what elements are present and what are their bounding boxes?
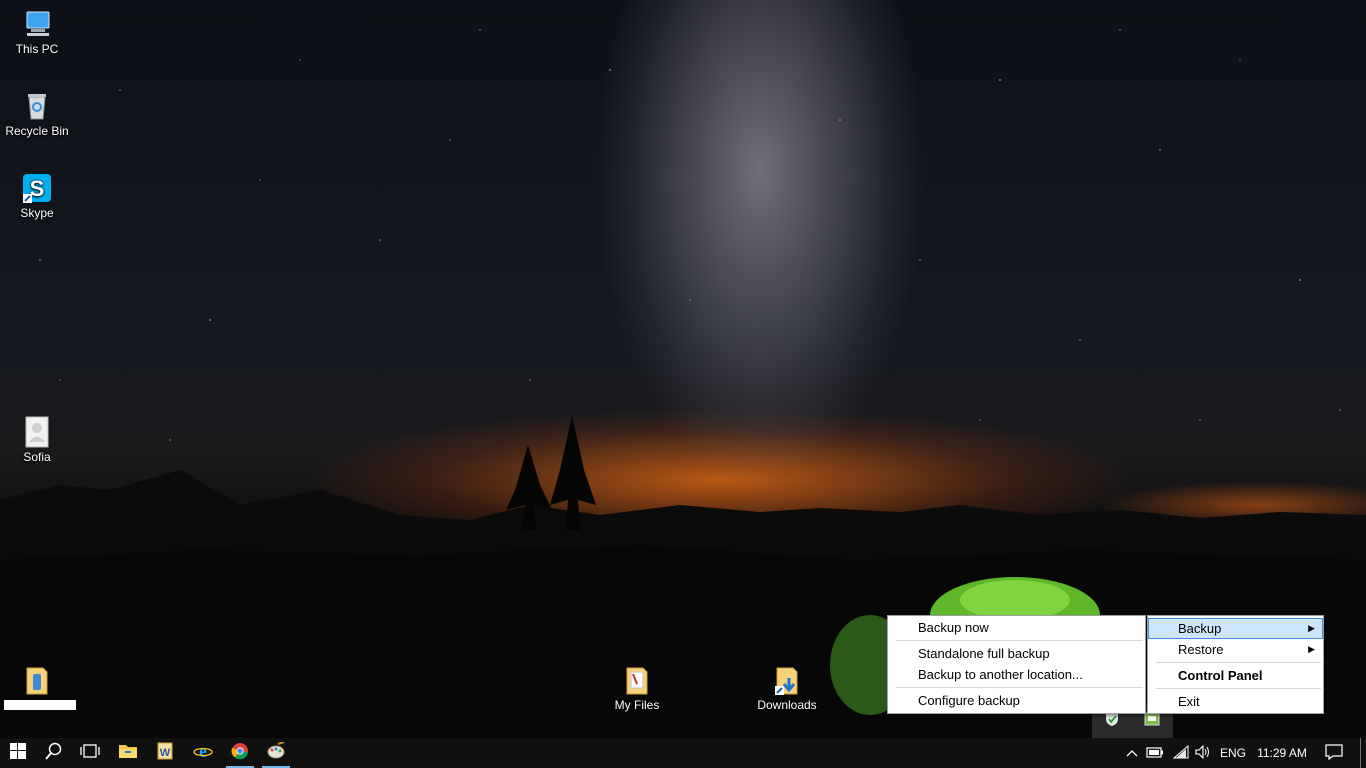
chevron-up-icon [1126,746,1138,760]
computer-icon [21,8,53,40]
input-language-indicator[interactable]: ENG [1216,738,1250,768]
tray-battery[interactable] [1144,738,1166,768]
desktop-icon-this-pc[interactable]: This PC [0,8,74,57]
menu-separator [896,640,1143,641]
taskbar-paint[interactable] [258,738,294,768]
wifi-icon [1172,744,1189,762]
taskbar-file-explorer[interactable] [110,738,146,768]
desktop-icon-label: Sofia [23,450,51,464]
desktop-icon-folder[interactable] [0,664,76,710]
menu-separator [896,687,1143,688]
menu-item-standalone-full-backup[interactable]: Standalone full backup [888,643,1145,664]
desktop-icon-label: My Files [614,698,660,712]
desktop-icon-skype[interactable]: S Skype [0,172,74,221]
menu-separator [1156,662,1321,663]
chrome-icon [231,742,249,765]
taskbar-chrome[interactable] [222,738,258,768]
downloads-folder-icon [771,664,803,696]
word-icon: W [156,742,174,765]
search-button[interactable] [36,738,72,768]
speaker-icon [1195,744,1211,762]
user-folder-icon [21,416,53,448]
redacted-label [4,700,76,710]
menu-item-configure-backup[interactable]: Configure backup [888,690,1145,711]
show-hidden-icons-button[interactable] [1122,738,1142,768]
menu-item-backup[interactable]: Backup ▶ [1148,618,1323,639]
submenu-arrow-icon: ▶ [1308,644,1315,654]
file-explorer-icon [118,742,138,765]
taskbar-clock[interactable]: 11:29 AM [1252,738,1312,768]
menu-item-backup-now[interactable]: Backup now [888,617,1145,638]
paint-icon [266,740,286,765]
start-button[interactable] [0,738,36,768]
menu-item-restore[interactable]: Restore ▶ [1148,639,1323,660]
submenu-arrow-icon: ▶ [1308,623,1315,633]
action-center-button[interactable] [1320,738,1348,768]
taskbar-word[interactable]: W [147,738,183,768]
taskbar: W e ENG 11:29 AM [0,738,1366,768]
svg-text:W: W [160,747,171,759]
search-icon [45,742,63,765]
svg-text:e: e [199,741,207,761]
desktop-icon-label: This PC [15,42,59,56]
folder-icon [21,664,53,696]
menu-item-exit[interactable]: Exit [1148,691,1323,712]
folder-icon [621,664,653,696]
tray-context-menu: Backup ▶ Restore ▶ Control Panel Exit [1147,615,1324,714]
skype-icon: S [21,172,53,204]
menu-separator [1156,688,1321,689]
internet-explorer-icon: e [193,741,213,766]
show-desktop-button[interactable] [1360,738,1361,768]
taskbar-internet-explorer[interactable]: e [185,738,221,768]
backup-submenu: Backup now Standalone full backup Backup… [887,615,1146,714]
desktop-icon-label: Recycle Bin [5,124,69,138]
menu-item-backup-to-another-location[interactable]: Backup to another location... [888,664,1145,685]
windows-logo-icon [10,742,26,764]
battery-icon [1146,746,1164,761]
notification-icon [1325,743,1343,763]
task-view-button[interactable] [72,738,108,768]
desktop-icon-label: Downloads [757,698,817,712]
task-view-icon [80,743,100,764]
menu-item-control-panel[interactable]: Control Panel [1148,665,1323,686]
tray-network[interactable] [1170,738,1192,768]
recycle-bin-icon [21,90,53,122]
desktop-icon-label: Skype [20,206,54,220]
desktop-icon-recycle-bin[interactable]: Recycle Bin [0,90,74,139]
desktop-icon-my-files[interactable]: My Files [600,664,674,713]
tray-volume[interactable] [1192,738,1214,768]
desktop-icon-sofia[interactable]: Sofia [0,416,74,465]
desktop-icon-downloads[interactable]: Downloads [750,664,824,713]
